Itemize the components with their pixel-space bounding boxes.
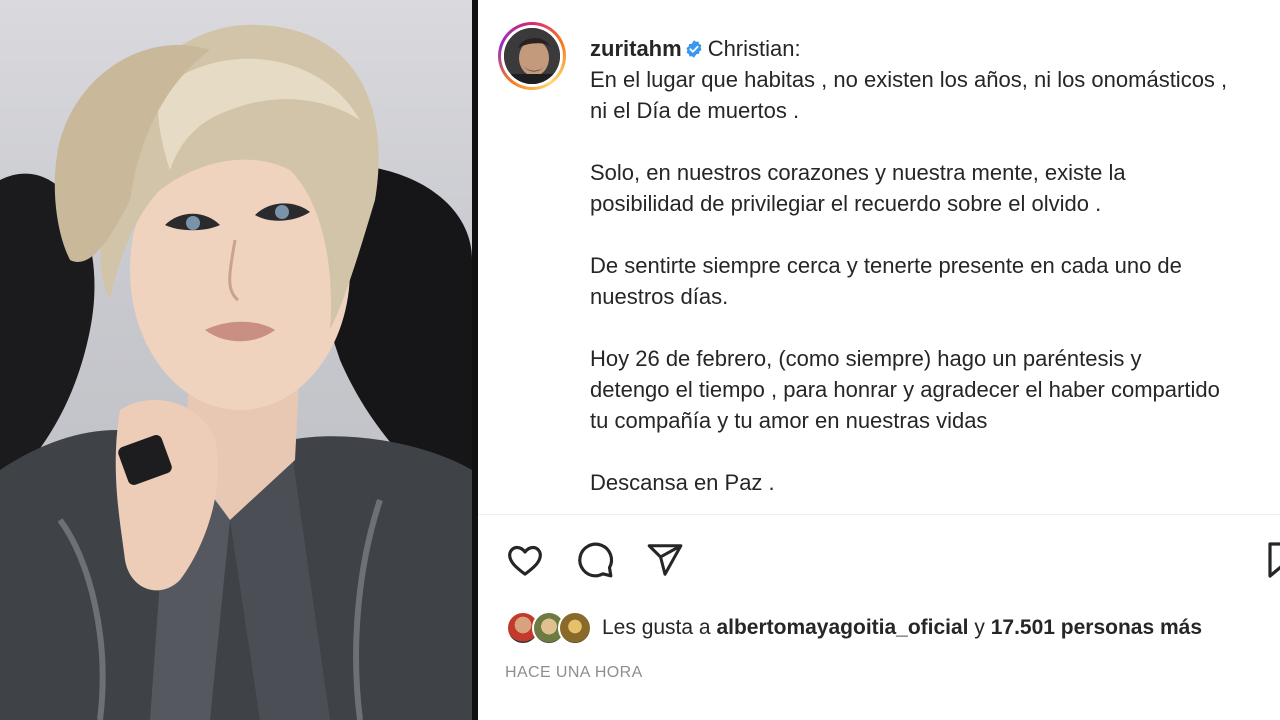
caption-line-1: zuritahm Christian:: [590, 33, 1280, 64]
caption-line: posibilidad de privilegiar el recuerdo s…: [590, 191, 1102, 216]
author-username[interactable]: zuritahm: [590, 36, 682, 61]
caption-line: ni el Día de muertos .: [590, 98, 800, 123]
likes-count[interactable]: 17.501 personas más: [991, 616, 1202, 640]
avatar-photo: [504, 28, 560, 84]
caption-line: nuestros días.: [590, 284, 729, 309]
caption-line: Solo, en nuestros corazones y nuestra me…: [590, 160, 1126, 185]
save-button[interactable]: [1268, 540, 1280, 580]
likes-middle: y: [974, 616, 985, 639]
verified-badge-icon: [684, 36, 704, 58]
portrait-illustration: [0, 24, 472, 720]
share-button[interactable]: [644, 539, 686, 581]
share-icon: [647, 544, 683, 576]
author-avatar[interactable]: [498, 22, 566, 90]
liker-username[interactable]: albertomayagoitia_oficial: [716, 616, 968, 640]
comment-icon: [578, 542, 613, 578]
heart-icon: [508, 545, 542, 576]
comment-button[interactable]: [574, 539, 616, 581]
liker-avatar: [558, 611, 592, 645]
avatar-illustration: [504, 28, 560, 84]
post-panel: zuritahm Christian: En el lugar que habit…: [478, 0, 1280, 720]
action-bar: [504, 538, 686, 582]
caption-line: detengo el tiempo , para honrar y agrade…: [590, 377, 1220, 402]
bookmark-icon: [1268, 542, 1280, 578]
caption-text: Christian:: [707, 36, 801, 61]
caption-line: De sentirte siempre cerca y tenerte pres…: [590, 253, 1182, 278]
post-caption: zuritahm Christian: En el lugar que habit…: [590, 33, 1280, 498]
liker-avatars[interactable]: [506, 611, 592, 645]
caption-line: Descansa en Paz .: [590, 470, 775, 495]
caption-line: tu compañía y tu amor en nuestras vidas: [590, 408, 988, 433]
likes-summary: Les gusta a albertomayagoitia_oficial y …: [506, 610, 1202, 646]
caption-line: Hoy 26 de febrero, (como siempre) hago u…: [590, 346, 1142, 371]
likes-prefix: Les gusta a: [602, 616, 711, 639]
like-button[interactable]: [504, 539, 546, 581]
section-divider: [478, 514, 1280, 515]
caption-line: En el lugar que habitas , no existen los…: [590, 67, 1228, 92]
post-photo: [0, 0, 472, 720]
post-timestamp[interactable]: HACE UNA HORA: [505, 664, 643, 682]
avatar-border: [501, 25, 563, 87]
